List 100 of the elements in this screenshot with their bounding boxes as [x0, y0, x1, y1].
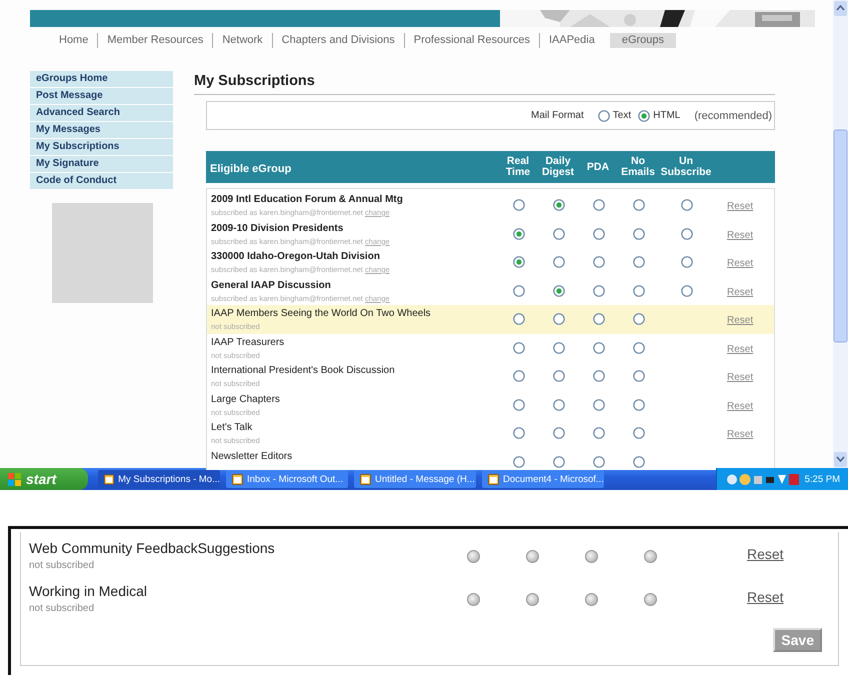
radio-button[interactable] — [633, 284, 645, 297]
radio-button[interactable] — [513, 256, 525, 268]
radio-button[interactable] — [681, 284, 693, 297]
radio-button[interactable] — [553, 313, 565, 326]
sidebar-link[interactable]: Code of Conduct — [30, 173, 173, 189]
reset-link[interactable]: Reset — [727, 286, 754, 298]
radio-button[interactable] — [513, 398, 525, 411]
radio-button[interactable] — [553, 398, 565, 411]
group-name: 2009 Intl Education Forum & Annual Mtg — [211, 194, 404, 205]
clock: 5:25 PM — [804, 474, 840, 484]
radio-button[interactable] — [633, 199, 645, 212]
radio-button[interactable] — [513, 313, 525, 326]
radio-button[interactable] — [633, 313, 645, 326]
sidebar-link[interactable]: My Messages — [30, 122, 173, 138]
radio-button[interactable] — [633, 342, 645, 354]
radio-button[interactable] — [553, 456, 565, 468]
group-name: International President's Book Discussion — [211, 365, 396, 376]
sidebar-link[interactable]: My Signature — [30, 156, 173, 172]
taskbar-button[interactable]: Untitled - Message (H... — [354, 470, 476, 488]
option-label: Text — [612, 110, 632, 121]
radio-button[interactable] — [513, 284, 525, 297]
radio-button[interactable] — [553, 199, 565, 212]
taskbar-button[interactable]: My Subscriptions - Mo... — [98, 470, 220, 488]
nav-tab[interactable]: IAAPedia — [538, 32, 602, 48]
radio-button[interactable] — [513, 228, 525, 240]
reset-link[interactable]: Reset — [747, 583, 784, 605]
nav-tab[interactable]: Network — [212, 32, 270, 48]
radio-button[interactable] — [513, 342, 525, 354]
radio-button[interactable] — [681, 228, 693, 240]
reset-link[interactable]: Reset — [747, 540, 784, 562]
radio-button[interactable] — [644, 593, 657, 606]
nav-tab[interactable]: Chapters and Divisions — [272, 32, 402, 48]
radio-button[interactable] — [633, 456, 645, 468]
radio-button[interactable] — [467, 550, 480, 563]
radio-button[interactable] — [633, 228, 645, 240]
nav-tab[interactable]: eGroups — [610, 32, 676, 48]
radio-button[interactable] — [553, 228, 565, 240]
radio-button[interactable] — [681, 199, 693, 212]
reset-link[interactable]: Reset — [727, 315, 754, 326]
nav-tab[interactable]: Member Resources — [97, 32, 210, 48]
sidebar-link[interactable]: eGroups Home — [30, 71, 173, 87]
radio-button[interactable] — [633, 256, 645, 268]
column-header: Eligible eGroup — [210, 162, 292, 174]
radio-button[interactable] — [553, 284, 565, 297]
radio-button[interactable] — [593, 398, 605, 411]
sidebar-link[interactable]: Advanced Search — [30, 105, 173, 121]
radio-button[interactable] — [593, 256, 605, 268]
radio-button[interactable] — [585, 550, 598, 563]
reset-link[interactable]: Reset — [727, 400, 754, 412]
radio-button[interactable] — [513, 456, 525, 468]
radio-button[interactable] — [593, 427, 605, 440]
column-header: PDA — [586, 162, 610, 172]
radio-button[interactable] — [467, 593, 480, 606]
radio-button[interactable] — [633, 398, 645, 411]
radio-button[interactable] — [513, 199, 525, 212]
nav-tab[interactable]: Professional Resources — [404, 32, 537, 48]
radio-button[interactable] — [553, 370, 565, 382]
radio-button[interactable] — [644, 550, 657, 563]
option-label: HTML — [653, 110, 680, 121]
nav-tab[interactable]: Home — [52, 32, 96, 48]
radio-button[interactable] — [593, 313, 605, 326]
group-name: IAAP Treasurers — [211, 336, 286, 348]
radio-button[interactable] — [585, 593, 598, 606]
radio-button[interactable] — [633, 370, 645, 382]
taskbar-button[interactable]: Inbox - Microsoft Out... — [226, 470, 348, 488]
flag-icon — [8, 472, 22, 486]
window-icon — [488, 474, 499, 484]
radio-button[interactable] — [526, 550, 539, 563]
radio-button[interactable] — [553, 256, 565, 268]
sidebar-link[interactable]: My Subscriptions — [30, 139, 173, 155]
start-button[interactable]: start — [0, 468, 88, 490]
column-header: No Emails — [620, 156, 656, 178]
window-icon — [360, 474, 371, 484]
reset-link[interactable]: Reset — [727, 372, 754, 384]
reset-link[interactable]: Reset — [727, 344, 754, 355]
radio-button[interactable] — [593, 199, 605, 212]
radio-button[interactable] — [593, 228, 605, 240]
radio-button[interactable] — [513, 427, 525, 440]
radio-button[interactable] — [593, 284, 605, 297]
radio-button[interactable] — [513, 370, 525, 382]
subscription-status: not subscribed — [29, 603, 96, 614]
reset-link[interactable]: Reset — [727, 201, 754, 212]
group-name: Working in Medical — [29, 583, 148, 599]
save-button[interactable]: Save — [773, 628, 822, 652]
radio-button[interactable] — [598, 110, 610, 122]
radio-button[interactable] — [593, 456, 605, 468]
radio-button[interactable] — [553, 342, 565, 354]
radio-button[interactable] — [638, 110, 650, 122]
radio-button[interactable] — [593, 370, 605, 382]
scrollbar[interactable] — [833, 0, 848, 470]
radio-button[interactable] — [681, 256, 693, 268]
radio-button[interactable] — [633, 427, 645, 440]
radio-button[interactable] — [526, 593, 539, 606]
taskbar-button[interactable]: Document4 - Microsof... — [482, 470, 604, 488]
radio-button[interactable] — [593, 342, 605, 354]
reset-link[interactable]: Reset — [727, 258, 754, 270]
sidebar-link[interactable]: Post Message — [30, 88, 173, 104]
reset-link[interactable]: Reset — [727, 230, 754, 241]
reset-link[interactable]: Reset — [727, 429, 754, 440]
radio-button[interactable] — [553, 427, 565, 440]
